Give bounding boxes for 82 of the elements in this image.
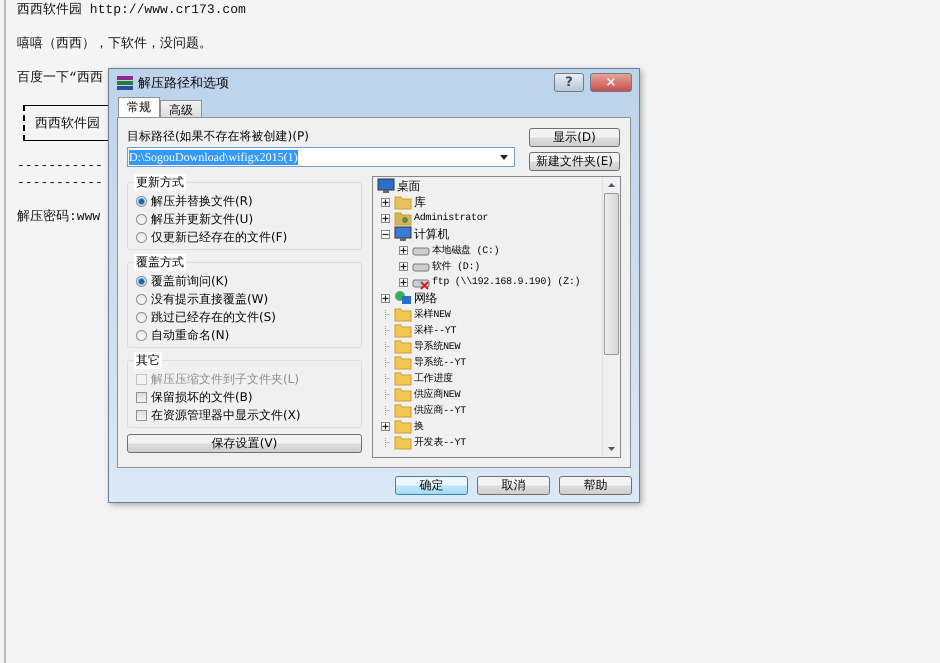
- tree-item[interactable]: 导系统NEW: [414, 339, 460, 353]
- radio-button[interactable]: [136, 214, 147, 225]
- option-label: 仅更新已经存在的文件(F): [151, 229, 288, 246]
- folder-icon: [394, 418, 412, 434]
- tree-item[interactable]: 导系统--YT: [414, 355, 466, 369]
- dashed-line-text: -----------: [17, 174, 103, 191]
- radio-button[interactable]: [136, 330, 147, 341]
- plus-box-icon[interactable]: [399, 262, 408, 270]
- radio-button[interactable]: [136, 196, 147, 207]
- tree-item[interactable]: 软件 (D:): [432, 259, 480, 273]
- tree-item[interactable]: 供应商NEW: [414, 387, 460, 401]
- option-label: 解压并替换文件(R): [151, 193, 253, 210]
- group-title: 覆盖方式: [134, 254, 186, 271]
- document-text: 西西软件园 http://www.cr173.com: [17, 1, 246, 18]
- computer-icon: [394, 226, 412, 242]
- dialog-button[interactable]: 确定: [395, 476, 468, 495]
- save-settings-button[interactable]: 保存设置(V): [127, 434, 362, 453]
- vertical-scrollbar[interactable]: [602, 177, 620, 457]
- option-label: 在资源管理器中显示文件(X): [151, 407, 301, 424]
- folder-icon: [394, 370, 412, 386]
- tree-item[interactable]: 桌面: [397, 178, 420, 194]
- folder-icon: [394, 322, 412, 338]
- group-title: 更新方式: [134, 174, 186, 191]
- user-icon: [394, 210, 412, 226]
- document-text: 解压密码:www: [17, 208, 100, 225]
- plus-box-icon[interactable]: [399, 246, 408, 254]
- dialog-button[interactable]: 取消: [477, 476, 550, 495]
- folder-icon: [394, 386, 412, 402]
- group-title: 其它: [134, 352, 162, 369]
- tab[interactable]: 常规: [118, 97, 160, 117]
- help-button[interactable]: ?: [554, 73, 584, 92]
- radio-button[interactable]: [136, 312, 147, 323]
- checkbox[interactable]: [136, 410, 147, 421]
- option-label: 覆盖前询问(K): [151, 273, 228, 290]
- books-icon: [116, 74, 134, 92]
- checkbox[interactable]: [136, 392, 147, 403]
- tree-item[interactable]: 开发表--YT: [414, 435, 466, 449]
- option-label: 跳过已经存在的文件(S): [151, 309, 276, 326]
- tree-item[interactable]: ftp (\\192.168.9.190) (Z:): [432, 276, 580, 288]
- folder-icon: [394, 306, 412, 322]
- dialog-button[interactable]: 帮助: [559, 476, 632, 495]
- scroll-down-icon[interactable]: [608, 447, 615, 451]
- caret-icon: [500, 154, 508, 160]
- tree-item[interactable]: 网络: [414, 290, 438, 306]
- option-label: 解压压缩文件到子文件夹(L): [151, 371, 300, 388]
- option-label: 自动重命名(N): [151, 327, 230, 344]
- plus-box-icon[interactable]: [381, 198, 390, 206]
- folder-icon: [394, 402, 412, 418]
- option-label: 保留损坏的文件(B): [151, 389, 253, 406]
- tab[interactable]: 高级: [160, 100, 202, 117]
- folder-icon: [394, 434, 412, 450]
- option-label: 没有提示直接覆盖(W): [151, 291, 268, 308]
- tree-item[interactable]: 采样--YT: [414, 323, 456, 337]
- radio-button[interactable]: [136, 294, 147, 305]
- tree-item[interactable]: 计算机: [414, 226, 450, 242]
- plus-box-icon[interactable]: [399, 278, 408, 286]
- folder-icon: [394, 194, 412, 210]
- scroll-up-icon[interactable]: [608, 183, 615, 187]
- plus-box-icon[interactable]: [381, 422, 390, 430]
- dialog-button[interactable]: 新建文件夹(E): [529, 152, 620, 171]
- folder-icon: [394, 338, 412, 354]
- tree-item[interactable]: 库: [414, 194, 426, 210]
- document-text: 百度一下“西西: [17, 69, 103, 86]
- plus-box-icon[interactable]: [381, 294, 390, 302]
- tree-item[interactable]: 本地磁盘 (C:): [432, 243, 500, 257]
- tree-item[interactable]: 采样NEW: [414, 307, 451, 321]
- monitor-icon: [377, 178, 395, 194]
- minus-box-icon[interactable]: [381, 230, 390, 238]
- document-text: 嘻嘻（西西），下软件，没问题。: [17, 35, 212, 52]
- plus-box-icon[interactable]: [381, 214, 390, 222]
- dialog-button[interactable]: 显示(D): [529, 128, 620, 147]
- option-label: 解压并更新文件(U): [151, 211, 254, 228]
- tree-item[interactable]: Administrator: [414, 212, 488, 224]
- radio-button[interactable]: [136, 232, 147, 243]
- radio-button[interactable]: [136, 276, 147, 287]
- tree-item[interactable]: 供应商--YT: [414, 403, 466, 417]
- globe-icon: [394, 290, 412, 306]
- tree-item[interactable]: 换: [414, 419, 424, 433]
- tree-item[interactable]: 工作进度: [414, 371, 453, 385]
- dashed-line-text: -----------: [17, 157, 103, 174]
- window-title: 解压路径和选项: [138, 74, 230, 92]
- folder-icon: [394, 354, 412, 370]
